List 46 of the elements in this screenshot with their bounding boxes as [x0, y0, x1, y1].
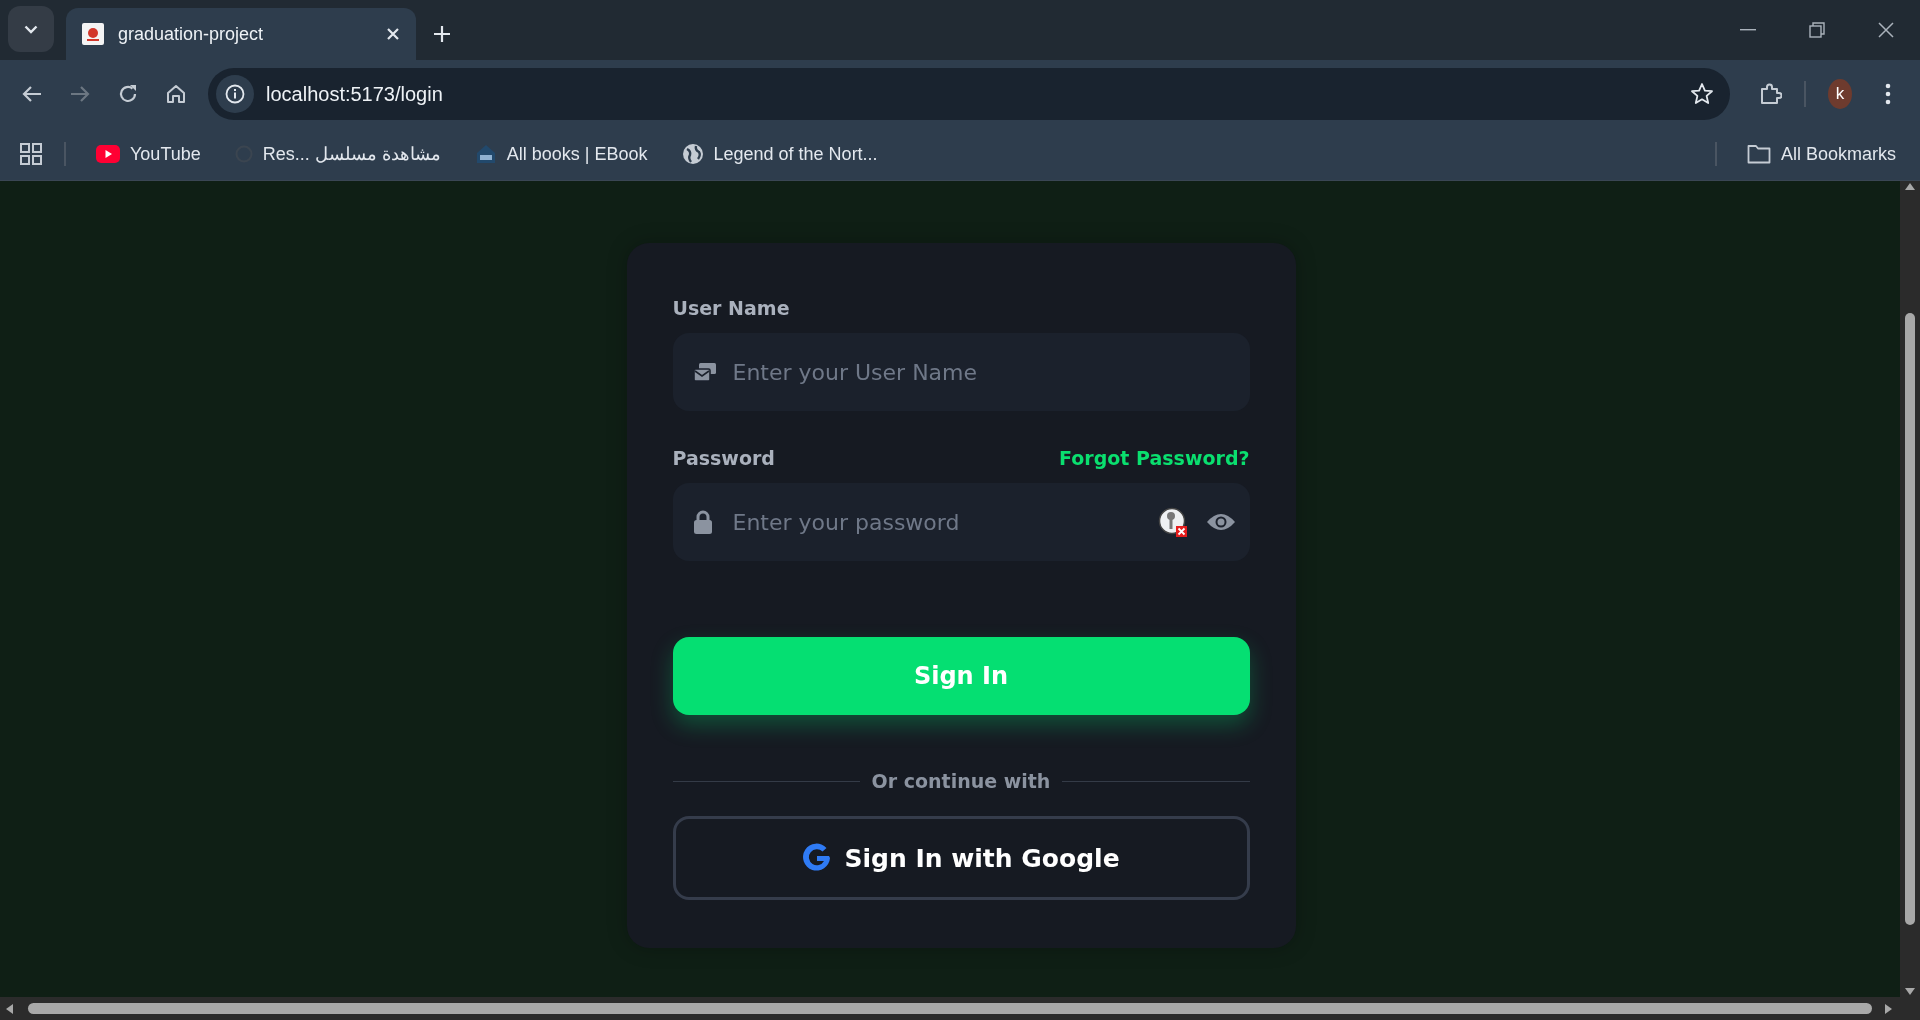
profile-button[interactable]: k — [1818, 72, 1862, 116]
forward-arrow-icon — [70, 85, 90, 103]
username-field[interactable]: Enter your User Name — [672, 333, 1250, 411]
id-card-icon — [692, 362, 717, 382]
field-label: Password — [672, 447, 775, 469]
bookmark-item[interactable]: All books | EBook — [462, 139, 660, 169]
close-tab-button[interactable] — [386, 27, 400, 41]
minimize-icon — [1739, 29, 1756, 31]
bookmark-item[interactable]: YouTube — [84, 139, 213, 169]
forgot-password-link[interactable]: Forgot Password? — [1059, 447, 1250, 469]
info-icon — [225, 84, 245, 104]
bookmark-item[interactable]: Res... مشاهدة مسلسل — [222, 139, 453, 169]
browser-tab[interactable]: graduation-project — [66, 8, 416, 60]
bookmark-item[interactable]: Legend of the Nort... — [669, 139, 890, 169]
password-field[interactable]: Enter your password — [672, 483, 1250, 561]
chevron-down-icon — [24, 24, 38, 34]
url-text: localhost:5173/login — [266, 82, 444, 106]
close-icon — [1877, 22, 1894, 38]
restore-icon — [1808, 22, 1825, 38]
kebab-menu-icon — [1885, 83, 1891, 105]
all-bookmarks-button[interactable]: All Bookmarks — [1734, 139, 1908, 169]
plus-icon — [433, 25, 451, 43]
lock-icon — [692, 510, 713, 534]
home-icon — [165, 83, 187, 105]
puzzle-icon — [1758, 82, 1782, 106]
close-icon — [386, 27, 400, 41]
eye-icon — [1205, 512, 1236, 532]
google-sign-in-button[interactable]: Sign In with Google — [672, 816, 1250, 900]
site-info-button[interactable] — [216, 75, 254, 113]
show-password-button[interactable] — [1205, 512, 1236, 532]
divider-text: Or continue with — [871, 770, 1051, 792]
grid-icon — [20, 143, 42, 165]
play-icon — [96, 145, 120, 163]
star-icon — [1690, 82, 1714, 106]
scroll-left-icon — [4, 1002, 14, 1015]
g-logo-icon — [802, 843, 833, 873]
reload-icon — [118, 84, 138, 104]
back-arrow-icon — [22, 85, 42, 103]
key-icon — [1157, 507, 1188, 537]
address-bar[interactable]: localhost:5173/login — [208, 68, 1730, 120]
scroll-right-icon — [1884, 1002, 1894, 1015]
favicon-icon — [82, 23, 104, 45]
globe-icon — [681, 143, 704, 165]
field-label: User Name — [672, 297, 791, 319]
tab-title: graduation-project — [118, 23, 265, 45]
folder-icon — [1746, 144, 1771, 164]
